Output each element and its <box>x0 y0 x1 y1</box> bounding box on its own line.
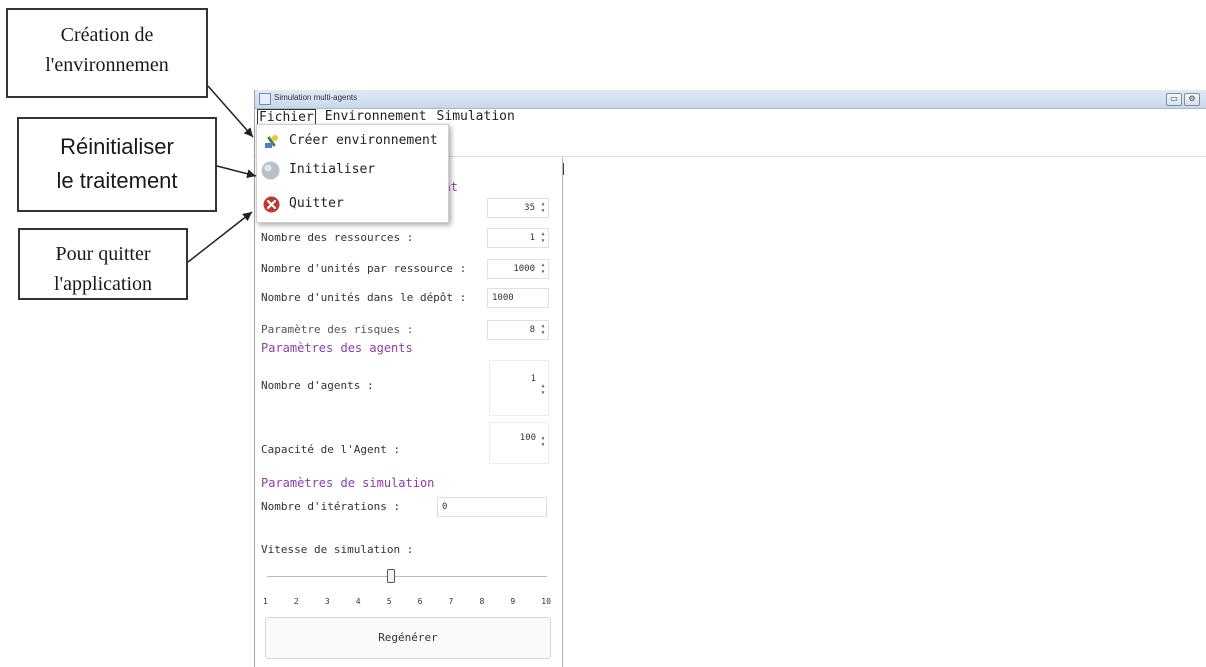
agents-count-label: Nombre d'agents : <box>261 379 374 392</box>
iterations-value: 0 <box>442 502 448 512</box>
speed-tick-label: 7 <box>448 597 454 606</box>
depot-label: Nombre d'unités dans le dépôt : <box>261 291 467 304</box>
speed-label: Vitesse de simulation : <box>261 543 414 556</box>
risk-value: 8 <box>529 325 535 335</box>
create-environment-label: Créer environnement <box>289 133 438 148</box>
agents-count-value: 1 <box>530 374 536 384</box>
callout-line: l'environnemen <box>45 54 169 76</box>
simulation-canvas[interactable] <box>565 160 1206 667</box>
fichier-dropdown-menu: Créer environnement Initialiser Quitter <box>256 124 449 223</box>
iterations-field[interactable]: 0 <box>437 497 547 517</box>
title-bar: Simulation multi-agents ▭ ⚙ <box>255 90 1206 109</box>
spinner-arrows-icon[interactable]: ▲ ▼ <box>539 262 547 276</box>
speed-tick-label: 9 <box>510 597 516 606</box>
speed-tick-label: 1 <box>263 597 268 606</box>
speed-slider-thumb[interactable] <box>387 569 396 583</box>
risk-label: Paramètre des risques : <box>261 323 414 336</box>
units-spinner[interactable]: 1000 ▲ ▼ <box>487 259 549 279</box>
speed-slider-ticks: 1 2 3 4 5 6 7 8 9 10 <box>263 597 551 606</box>
initialize-icon <box>261 161 280 180</box>
spinner-arrows-icon[interactable]: ▲ ▼ <box>539 383 547 397</box>
window-title: Simulation multi-agents <box>274 93 358 102</box>
callout-line: Création de <box>60 24 154 46</box>
iterations-label: Nombre d'itérations : <box>261 500 401 513</box>
menu-item-initialize[interactable]: Initialiser <box>257 157 448 183</box>
callout-reinitialize: Réinitialiser le traitement <box>17 117 217 212</box>
window-controls: ▭ ⚙ <box>1166 93 1200 106</box>
speed-slider-track[interactable] <box>267 576 547 577</box>
resources-label: Nombre des ressources : <box>261 231 414 244</box>
sim-section-title: Paramètres de simulation <box>261 476 435 490</box>
spinner-arrows-icon[interactable]: ▲ ▼ <box>539 435 547 449</box>
resources-spinner[interactable]: 1 ▲ ▼ <box>487 228 549 248</box>
resources-value: 1 <box>529 233 535 243</box>
speed-tick-label: 5 <box>386 597 392 606</box>
agent-capacity-spinner[interactable]: 100 ▲ ▼ <box>489 422 549 464</box>
depot-field[interactable]: 1000 <box>487 288 549 308</box>
quit-label: Quitter <box>289 196 344 211</box>
speed-tick-label: 2 <box>293 597 299 606</box>
callout-create-environment: Création de l'environnemen <box>6 8 208 98</box>
speed-tick-label: 4 <box>355 597 361 606</box>
agents-count-spinner[interactable]: 1 ▲ ▼ <box>489 360 549 416</box>
agent-capacity-value: 100 <box>519 433 536 443</box>
agents-section-title: Paramètres des agents <box>261 341 413 355</box>
restore-button[interactable]: ▭ <box>1166 93 1182 106</box>
app-icon <box>259 93 271 105</box>
arrow-quit <box>187 211 253 263</box>
settings-button[interactable]: ⚙ <box>1184 93 1200 106</box>
risk-spinner[interactable]: 8 ▲ ▼ <box>487 320 549 340</box>
callout-line: Réinitialiser <box>60 134 174 159</box>
quit-icon <box>263 196 280 213</box>
spinner-arrows-icon[interactable]: ▲ ▼ <box>539 231 547 245</box>
regenerate-button[interactable]: Regénérer <box>265 617 551 659</box>
spinner-arrows-icon[interactable]: ▲ ▼ <box>539 201 547 215</box>
speed-tick-label: 3 <box>324 597 330 606</box>
row1-value: 35 <box>524 203 535 213</box>
row1-spinner[interactable]: 35 ▲ ▼ <box>487 198 549 218</box>
callout-line: l'application <box>53 273 153 295</box>
arrow-initialize <box>216 165 257 179</box>
speed-tick-label: 10 <box>541 597 551 606</box>
spinner-arrows-icon[interactable]: ▲ ▼ <box>539 323 547 337</box>
depot-value: 1000 <box>492 293 514 303</box>
menu-item-quit[interactable]: Quitter <box>257 191 448 217</box>
callout-line: Pour quitter <box>55 243 151 265</box>
create-environment-icon <box>265 135 278 148</box>
units-value: 1000 <box>513 264 535 274</box>
config-panel: ment : 35 ▲▼ Nombre des ressources : 1 ▲… <box>257 157 563 667</box>
agent-capacity-label: Capacité de l'Agent : <box>261 443 401 456</box>
initialize-label: Initialiser <box>289 162 376 177</box>
speed-tick-label: 8 <box>479 597 485 606</box>
callout-line: le traitement <box>56 168 178 193</box>
speed-tick-label: 6 <box>417 597 423 606</box>
callout-quit: Pour quitter l'application <box>18 228 188 300</box>
units-label: Nombre d'unités par ressource : <box>261 262 467 275</box>
menu-item-create-environment[interactable]: Créer environnement <box>257 128 448 154</box>
